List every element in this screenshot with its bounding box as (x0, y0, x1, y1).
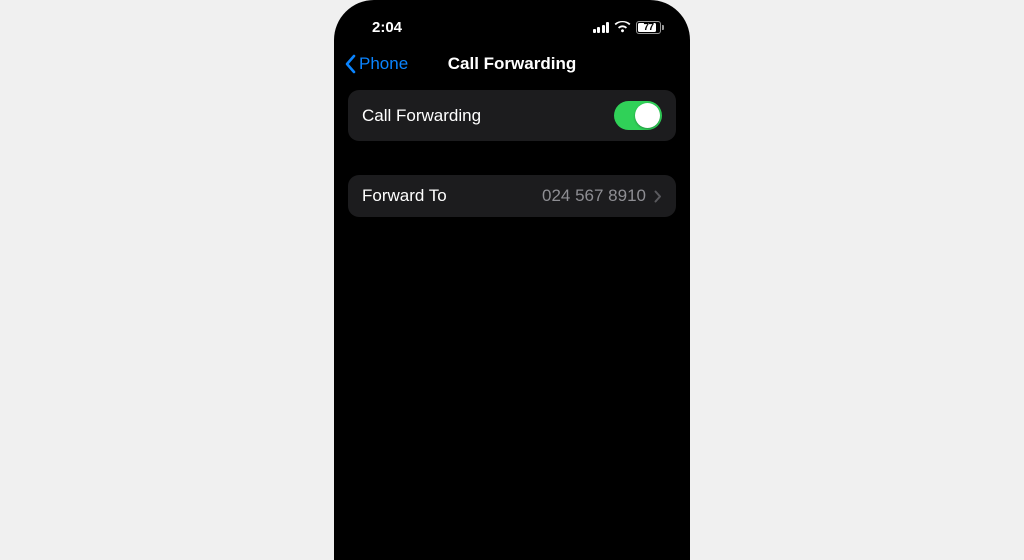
wifi-icon (614, 21, 631, 33)
status-indicators: 77 (593, 21, 665, 34)
forward-to-row[interactable]: Forward To 024 567 8910 (348, 175, 676, 217)
back-label: Phone (359, 54, 408, 74)
toggle-row-label: Call Forwarding (362, 106, 481, 126)
call-forwarding-toggle-row: Call Forwarding (348, 90, 676, 141)
chevron-right-icon (654, 190, 662, 203)
forward-to-label: Forward To (362, 186, 447, 206)
battery-icon: 77 (636, 21, 664, 34)
page-title: Call Forwarding (448, 54, 576, 74)
content: Call Forwarding Forward To 024 567 8910 (334, 90, 690, 217)
back-button[interactable]: Phone (344, 54, 408, 74)
status-bar: 2:04 77 (334, 0, 690, 44)
cellular-signal-icon (593, 22, 610, 33)
navigation-bar: Phone Call Forwarding (334, 44, 690, 90)
call-forwarding-toggle[interactable] (614, 101, 662, 130)
status-time: 2:04 (372, 19, 402, 36)
battery-level: 77 (643, 22, 653, 33)
chevron-left-icon (344, 54, 356, 74)
phone-frame: 2:04 77 Phone Call Forwarding (334, 0, 690, 560)
forward-to-value: 024 567 8910 (542, 186, 646, 206)
toggle-knob (635, 103, 660, 128)
